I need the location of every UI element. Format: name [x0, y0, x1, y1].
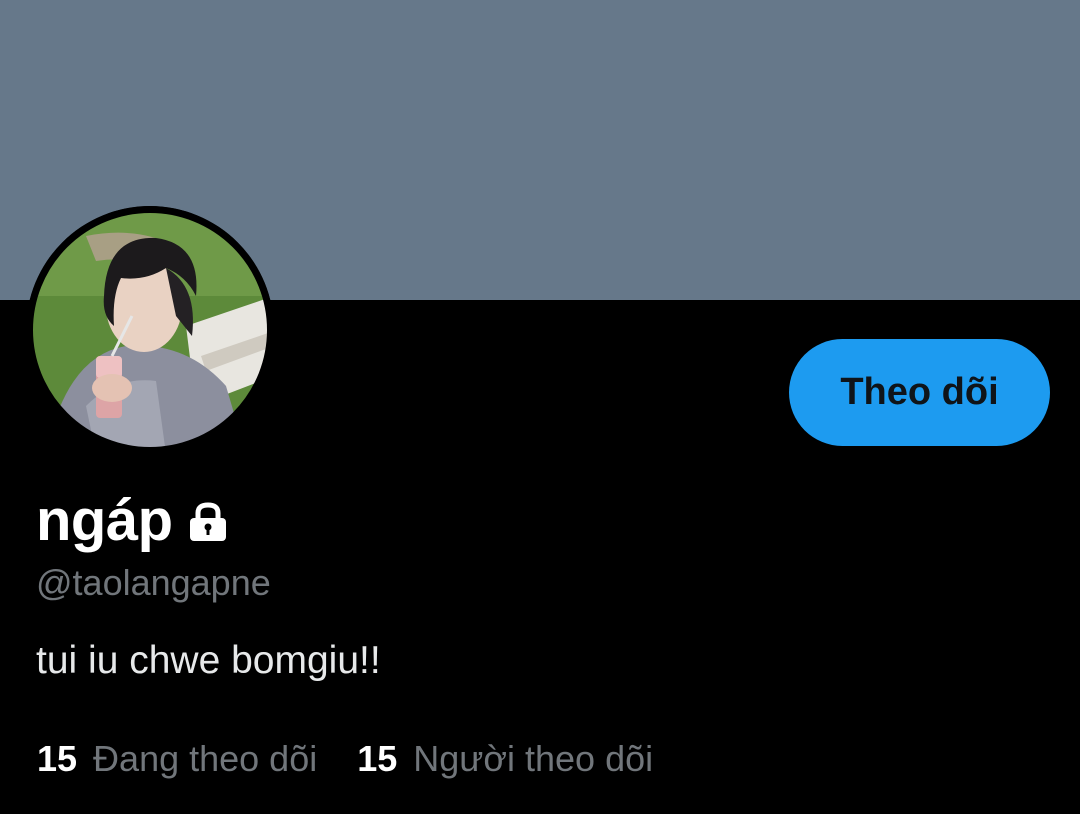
following-count: 15	[37, 738, 78, 779]
lock-icon	[185, 501, 231, 547]
following-link[interactable]: 15 Đang theo dõi	[37, 733, 317, 785]
profile-bio: tui iu chwe bomgiu!!	[36, 639, 381, 682]
display-name: ngáp	[36, 488, 173, 553]
avatar-image	[26, 206, 274, 454]
profile-stats: 15 Đang theo dõi 15 Người theo dõi	[37, 733, 693, 785]
followers-link[interactable]: 15 Người theo dõi	[357, 733, 653, 785]
followers-count: 15	[357, 738, 398, 779]
profile-name-row: ngáp	[36, 486, 231, 556]
following-label: Đang theo dõi	[93, 738, 318, 779]
profile-avatar[interactable]	[26, 206, 274, 454]
follow-button[interactable]: Theo dõi	[789, 339, 1050, 446]
profile-handle: @taolangapne	[36, 562, 271, 603]
followers-label: Người theo dõi	[413, 738, 654, 779]
